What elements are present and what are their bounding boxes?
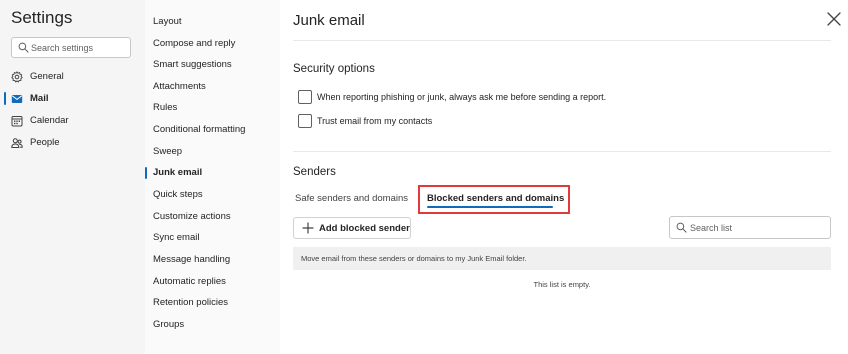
- subnav-item-label: Smart suggestions: [153, 59, 232, 70]
- subnav-item-sync-email[interactable]: Sync email: [145, 228, 280, 248]
- nav-item-calendar[interactable]: Calendar: [0, 111, 145, 131]
- subnav-item-rules[interactable]: Rules: [145, 98, 280, 118]
- subnav-item-label: Junk email: [153, 167, 203, 178]
- checkbox[interactable]: [298, 90, 312, 104]
- subnav-item-automatic-replies[interactable]: Automatic replies: [145, 272, 280, 292]
- people-icon: [11, 138, 23, 148]
- subnav-item-junk-email[interactable]: Junk email: [145, 163, 280, 183]
- nav-item-label: Mail: [30, 93, 49, 104]
- subnav-item-groups[interactable]: Groups: [145, 315, 280, 335]
- subnav-item-label: Groups: [153, 319, 185, 330]
- subnav-item-attachments[interactable]: Attachments: [145, 77, 280, 97]
- calendar-icon: [11, 116, 23, 127]
- subnav-item-layout[interactable]: Layout: [145, 12, 280, 32]
- nav-item-general[interactable]: General: [0, 67, 145, 87]
- section-divider: [293, 151, 831, 152]
- plus-icon: [302, 222, 314, 234]
- subnav-item-label: Message handling: [153, 254, 231, 265]
- nav-item-mail[interactable]: Mail: [0, 89, 145, 109]
- junk-email-panel: Junk email Security options When reporti…: [280, 0, 848, 354]
- subnav-item-quick-steps[interactable]: Quick steps: [145, 185, 280, 205]
- empty-list-message: This list is empty.: [533, 280, 591, 289]
- checkbox-label: When reporting phishing or junk, always …: [317, 92, 607, 102]
- subnav-item-label: Automatic replies: [153, 276, 226, 287]
- settings-nav: Settings General Mail Cal: [0, 0, 145, 354]
- add-blocked-sender-label: Add blocked sender: [319, 223, 410, 234]
- subnav-item-label: Compose and reply: [153, 38, 236, 49]
- subnav-item-retention-policies[interactable]: Retention policies: [145, 293, 280, 313]
- nav-item-people[interactable]: People: [0, 133, 145, 153]
- subnav-item-label: Sync email: [153, 232, 200, 243]
- subnav-item-label: Quick steps: [153, 189, 203, 200]
- list-header: Move email from these senders or domains…: [293, 247, 831, 270]
- senders-title: Senders: [293, 166, 336, 178]
- subnav-item-label: Rules: [153, 102, 178, 113]
- search-icon: [676, 222, 687, 233]
- subnav-item-label: Sweep: [153, 146, 183, 157]
- gear-icon: [11, 71, 23, 83]
- search-list-input[interactable]: [690, 219, 826, 236]
- page-title: Junk email: [293, 12, 365, 29]
- mail-icon: [11, 95, 23, 103]
- subnav-item-sweep[interactable]: Sweep: [145, 142, 280, 162]
- search-settings-box[interactable]: [11, 37, 131, 58]
- subnav-item-conditional-formatting[interactable]: Conditional formatting: [145, 120, 280, 140]
- security-options-title: Security options: [293, 63, 375, 75]
- subnav-item-label: Layout: [153, 16, 182, 27]
- section-divider: [293, 40, 831, 41]
- subnav-item-customize-actions[interactable]: Customize actions: [145, 207, 280, 227]
- active-indicator: [4, 92, 6, 105]
- nav-item-label: General: [30, 71, 64, 82]
- search-icon: [18, 42, 29, 53]
- checkbox-label: Trust email from my contacts: [317, 116, 433, 126]
- search-list-box[interactable]: [669, 216, 831, 239]
- add-blocked-sender-button[interactable]: Add blocked sender: [293, 217, 411, 239]
- settings-title: Settings: [11, 8, 73, 27]
- annotation-highlight: [418, 185, 570, 214]
- subnav-item-compose-and-reply[interactable]: Compose and reply: [145, 34, 280, 54]
- nav-item-label: People: [30, 137, 60, 148]
- subnav-item-label: Attachments: [153, 81, 206, 92]
- active-indicator: [145, 167, 147, 179]
- close-icon[interactable]: [824, 9, 844, 29]
- tab-safe-senders[interactable]: Safe senders and domains: [295, 193, 408, 204]
- mail-settings-subnav: Layout Compose and reply Smart suggestio…: [145, 0, 280, 354]
- nav-item-label: Calendar: [30, 115, 69, 126]
- subnav-item-label: Conditional formatting: [153, 124, 246, 135]
- subnav-item-label: Retention policies: [153, 297, 228, 308]
- search-settings-input[interactable]: [31, 39, 127, 56]
- subnav-item-smart-suggestions[interactable]: Smart suggestions: [145, 55, 280, 75]
- list-header-text: Move email from these senders or domains…: [301, 254, 527, 263]
- checkbox[interactable]: [298, 114, 312, 128]
- subnav-item-label: Customize actions: [153, 211, 231, 222]
- subnav-item-message-handling[interactable]: Message handling: [145, 250, 280, 270]
